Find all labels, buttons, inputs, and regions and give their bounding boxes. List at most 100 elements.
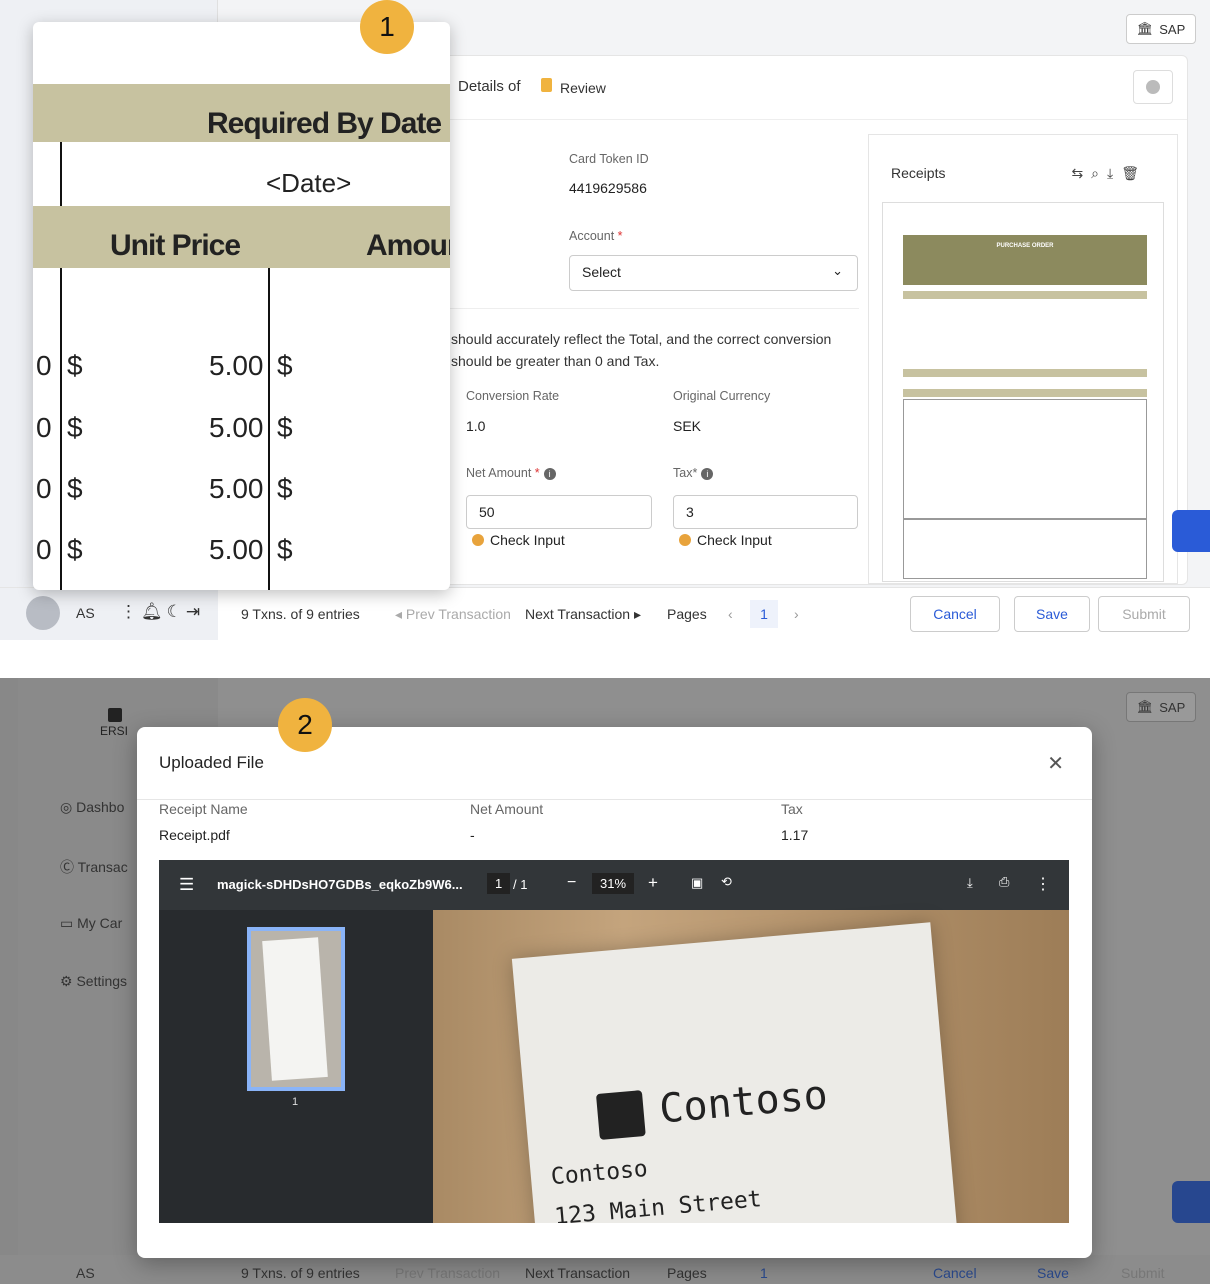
- pages-label: Pages: [667, 606, 707, 622]
- receipt-line-2: 123 Main Street: [553, 1186, 763, 1223]
- net-amount-warning: Check Input: [472, 532, 565, 548]
- txn-count: 9 Txns. of 9 entries: [241, 1265, 360, 1281]
- page-number[interactable]: 1: [750, 600, 778, 628]
- page-next-arrow[interactable]: ›: [794, 606, 799, 622]
- nav-dashboard[interactable]: ◎ Dashbo: [60, 799, 124, 816]
- bank-icon: 🏛: [1136, 699, 1154, 714]
- chevron-down-icon: ⌄: [832, 263, 843, 278]
- tax-label: Tax* i: [673, 466, 714, 480]
- pdf-page-total: / 1: [513, 877, 528, 892]
- page-prev-arrow[interactable]: ‹: [728, 606, 733, 622]
- more-icon[interactable]: ⋮: [1035, 874, 1051, 894]
- bell-icon[interactable]: 🔔︎: [141, 602, 167, 621]
- pdf-page-input[interactable]: 1: [487, 873, 511, 894]
- user-initials: AS: [76, 605, 95, 621]
- info-icon: i: [543, 467, 556, 480]
- original-currency-label: Original Currency: [673, 389, 771, 403]
- fit-page-icon[interactable]: ▣: [691, 875, 703, 891]
- zoomed-po-callout: Required By Date <Date> Unit Price Amoun…: [33, 22, 450, 590]
- zoom-out-icon[interactable]: −: [567, 874, 576, 892]
- prev-transaction[interactable]: ◂ Prev Transaction: [395, 606, 511, 623]
- pdf-viewer: ☰ magick-sDHDsHO7GDBs_eqkoZb9W6... 1 / 1…: [159, 860, 1069, 1223]
- history-button[interactable]: [1133, 70, 1173, 104]
- required-by-date-heading: Required By Date: [207, 107, 442, 140]
- sap-button[interactable]: 🏛 SAP: [1126, 14, 1196, 44]
- document-icon: [541, 78, 552, 92]
- note-line-1: should accurately reflect the Total, and…: [451, 331, 832, 347]
- print-icon[interactable]: ⎙: [999, 874, 1009, 890]
- footer-bar: AS 9 Txns. of 9 entries Prev Transaction…: [0, 1255, 1210, 1284]
- dashboard-icon: ◎: [60, 799, 77, 815]
- pdf-thumbnail[interactable]: [247, 927, 345, 1091]
- tax-value: 1.17: [781, 827, 809, 843]
- logo-text: ERSI: [100, 724, 129, 738]
- rotate-icon[interactable]: ⟲: [721, 874, 732, 890]
- download-icon[interactable]: ⤓: [1107, 165, 1121, 181]
- modal-title: Uploaded File: [159, 753, 264, 772]
- close-icon[interactable]: ✕: [1047, 751, 1064, 776]
- receipt-photo: Contoso Contoso 123 Main Street: [433, 910, 1069, 1223]
- card-token-label: Card Token ID: [569, 152, 649, 166]
- sap-label: SAP: [1159, 699, 1186, 715]
- review-link[interactable]: Review: [560, 80, 606, 96]
- sap-button[interactable]: 🏛 SAP: [1126, 692, 1196, 722]
- original-currency-value: SEK: [673, 418, 702, 434]
- pdf-toolbar: ☰ magick-sDHDsHO7GDBs_eqkoZb9W6... 1 / 1…: [159, 860, 1069, 910]
- submit-button[interactable]: Submit: [1121, 1265, 1165, 1281]
- receipt-paper: Contoso Contoso 123 Main Street: [511, 922, 959, 1223]
- zoom-in-icon[interactable]: +: [648, 873, 658, 893]
- divider: [137, 799, 1092, 800]
- step-badge: 2: [278, 698, 332, 752]
- pdf-zoom-level[interactable]: 31%: [592, 873, 635, 894]
- bank-icon: 🏛: [1136, 21, 1154, 36]
- col-net-amount: Net Amount: [470, 801, 544, 817]
- nav-my-cards[interactable]: ▭ My Car: [60, 915, 122, 932]
- avatar[interactable]: [26, 596, 60, 630]
- po-title: PURCHASE ORDER: [996, 243, 1054, 249]
- cancel-button[interactable]: Cancel: [910, 596, 1000, 632]
- save-button[interactable]: Save: [1037, 1265, 1069, 1281]
- divider: [449, 119, 1187, 120]
- pdf-thumbnails: 1: [159, 910, 433, 1223]
- divider: [449, 308, 859, 309]
- receipts-title: Receipts: [891, 165, 946, 181]
- sap-label: SAP: [1159, 21, 1186, 37]
- card-icon: ▭: [60, 915, 78, 931]
- zoom-rule: [60, 142, 62, 206]
- account-select[interactable]: Select ⌄: [569, 255, 858, 291]
- download-icon[interactable]: ⤓: [967, 875, 973, 891]
- cancel-button[interactable]: Cancel: [933, 1265, 977, 1281]
- contoso-logo-icon: [595, 1090, 646, 1140]
- next-transaction[interactable]: Next Transaction ▸: [525, 606, 641, 623]
- zoom-rule: [268, 268, 270, 590]
- page-number[interactable]: 1: [760, 1265, 768, 1281]
- swap-icon[interactable]: ⇆: [1071, 165, 1091, 181]
- save-button[interactable]: Save: [1014, 596, 1090, 632]
- logout-icon[interactable]: ⇥: [186, 602, 204, 621]
- submit-button[interactable]: Submit: [1098, 596, 1190, 632]
- net-amount-value: -: [470, 827, 475, 843]
- nav-transactions[interactable]: Ⓒ Transac: [60, 857, 128, 877]
- more-icon[interactable]: ⋮: [120, 602, 141, 621]
- account-select-value: Select: [582, 264, 621, 280]
- details-title: Details of: [458, 78, 521, 95]
- nav-settings[interactable]: ⚙ Settings: [60, 973, 127, 990]
- layers-fab[interactable]: [1172, 1181, 1210, 1223]
- menu-icon[interactable]: ☰: [179, 875, 194, 895]
- currency-icon: Ⓒ: [60, 859, 78, 875]
- trash-icon[interactable]: 🗑: [1121, 165, 1147, 181]
- gear-icon: ⚙: [60, 973, 77, 989]
- prev-transaction[interactable]: Prev Transaction: [395, 1265, 500, 1281]
- po-table: [903, 399, 1147, 519]
- layers-fab[interactable]: [1172, 510, 1210, 552]
- zoom-icon[interactable]: ⌕: [1091, 165, 1107, 181]
- moon-icon[interactable]: ☾: [167, 602, 186, 621]
- net-amount-input[interactable]: 50: [466, 495, 652, 529]
- receipt-brand: Contoso: [657, 1072, 830, 1133]
- next-transaction[interactable]: Next Transaction: [525, 1265, 630, 1281]
- screenshot-panel-2: ERSI ◎ Dashbo Ⓒ Transac ▭ My Car ⚙ Setti…: [0, 678, 1210, 1284]
- info-icon: i: [701, 467, 714, 480]
- unit-price-heading: Unit Price: [110, 229, 241, 262]
- tax-input[interactable]: 3: [673, 495, 858, 529]
- pages-label: Pages: [667, 1265, 707, 1281]
